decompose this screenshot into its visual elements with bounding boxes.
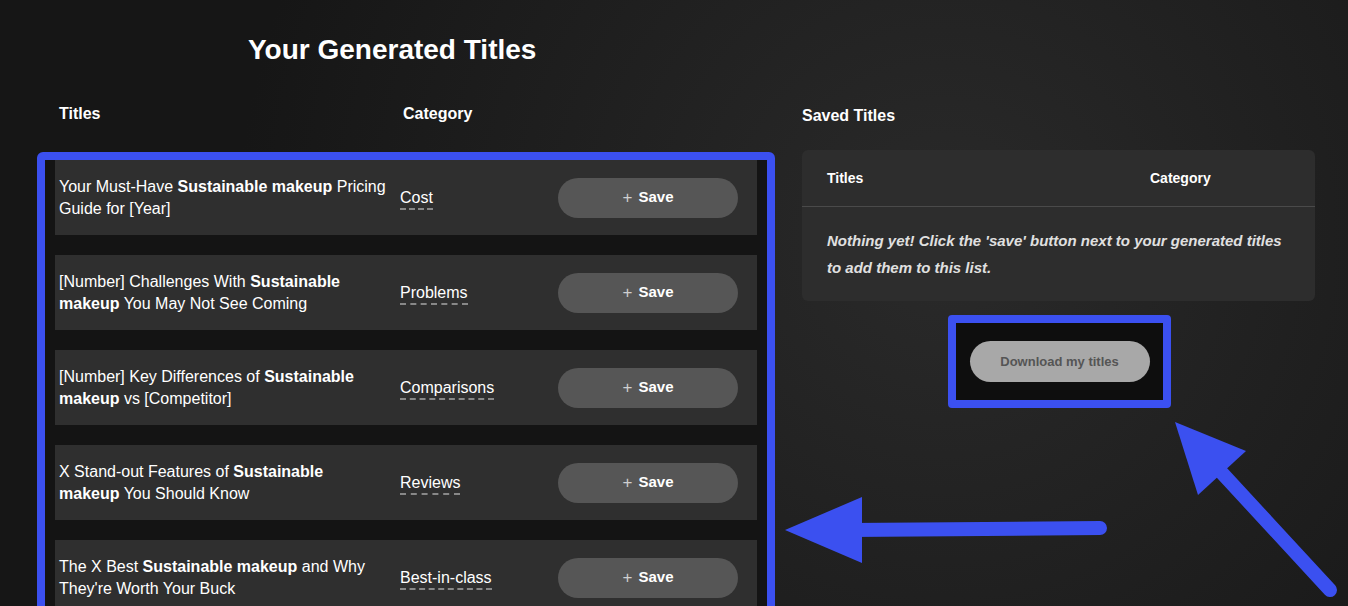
column-header: Titles [59,102,403,126]
column-header: Category [403,102,472,126]
annotation-arrows-icon [0,0,1348,606]
category-label[interactable]: Reviews [400,474,460,495]
save-button[interactable]: +Save [558,368,738,408]
title-text: Your Must-Have Sustainable makeup Pricin… [59,176,400,220]
save-button[interactable]: +Save [558,178,738,218]
save-button[interactable]: +Save [558,558,738,598]
category-cell: Best-in-class [400,566,558,590]
saved-header: TitlesCategory [802,150,1315,207]
title-row: Your Must-Have Sustainable makeup Pricin… [55,160,757,235]
title-text: [Number] Challenges With Sustainable mak… [59,271,400,315]
plus-icon: + [623,185,633,211]
title-row: [Number] Challenges With Sustainable mak… [55,255,757,330]
download-button[interactable]: Download my titles [970,341,1150,382]
saved-panel: TitlesCategoryNothing yet! Click the 'sa… [802,150,1315,301]
title-text: [Number] Key Differences of Sustainable … [59,366,400,410]
page: Your Generated TitlesTitlesCategoryYour … [0,0,1348,606]
category-cell: Cost [400,186,558,210]
saved-section: Saved TitlesTitlesCategoryNothing yet! C… [802,103,1315,606]
category-cell: Comparisons [400,376,558,400]
title-row: X Stand-out Features of Sustainable make… [55,445,757,520]
up-arrow-icon [1175,422,1330,590]
category-label[interactable]: Cost [400,189,433,210]
save-button[interactable]: +Save [558,273,738,313]
generated-section: TitlesCategory Your Must-Have Sustainable… [37,103,775,606]
save-button[interactable]: +Save [558,463,738,503]
title-row: [Number] Key Differences of Sustainable … [55,350,757,425]
plus-icon: + [623,280,633,306]
column-header: Category [1150,168,1211,189]
plus-icon: + [623,470,633,496]
title-row: The X Best Sustainable makeup and Why Th… [55,540,757,606]
category-label[interactable]: Problems [400,284,468,305]
download-highlight: Download my titles [948,315,1171,408]
page-title: Your Generated Titles [0,0,1348,68]
category-cell: Reviews [400,471,558,495]
generated-list: Your Must-Have Sustainable makeup Pricin… [37,152,775,606]
generated-header: TitlesCategory [37,103,775,125]
empty-message: Nothing yet! Click the 'save' button nex… [802,207,1315,301]
saved-heading: Saved Titles [802,105,1315,127]
category-label[interactable]: Comparisons [400,379,494,400]
main-row: TitlesCategoryYour Must-Have Sustainable… [0,68,1348,606]
category-label[interactable]: Best-in-class [400,569,492,590]
title-text: X Stand-out Features of Sustainable make… [59,461,400,505]
plus-icon: + [623,375,633,401]
title-text: The X Best Sustainable makeup and Why Th… [59,556,400,600]
plus-icon: + [623,565,633,591]
left-arrow-icon [785,497,1100,563]
category-cell: Problems [400,281,558,305]
column-header: Titles [827,168,1150,189]
